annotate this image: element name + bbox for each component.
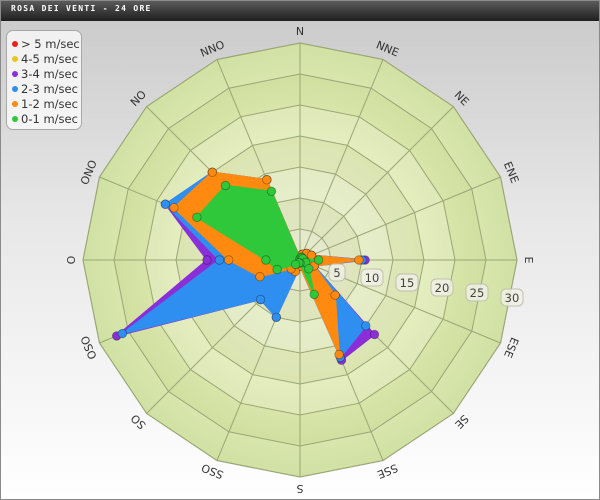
data-point[interactable] [271,312,282,323]
direction-label: SO [128,411,148,431]
data-point[interactable] [361,321,371,331]
data-point[interactable] [290,259,301,270]
legend-label: 3-4 m/sec [21,66,78,81]
data-point[interactable] [117,328,128,339]
legend-marker [12,55,18,62]
tick-label: 10 [365,271,380,285]
legend-item[interactable]: 0-1 m/sec [12,111,78,126]
legend-marker [12,100,18,107]
legend-label: 4-5 m/sec [21,51,78,66]
legend-label: 2-3 m/sec [21,81,78,96]
legend-item[interactable]: 3-4 m/sec [12,66,78,81]
data-point[interactable] [214,255,225,265]
data-point[interactable] [266,186,277,197]
legend-item[interactable]: 4-5 m/sec [12,51,78,66]
legend-item[interactable]: 2-3 m/sec [12,81,78,96]
tick-label: 30 [505,291,520,305]
direction-label: N [296,25,304,38]
data-point[interactable] [262,175,272,185]
data-point[interactable] [207,167,218,178]
chart-window: Rosa dei venti - 24 ore 5 10 15 20 25 30 N NNE… [0,0,600,500]
legend-item[interactable]: > 5 m/sec [12,36,80,51]
data-point[interactable] [330,290,340,300]
legend-item[interactable]: 1-2 m/sec [12,96,78,111]
data-point[interactable] [223,255,234,265]
legend: > 5 m/sec 4-5 m/sec 3-4 m/sec 2-3 m/sec 1-2 … [6,30,82,130]
direction-label: NNE [374,38,401,59]
tick-label: 25 [470,286,485,300]
data-point[interactable] [220,180,231,191]
direction-label: SE [452,412,471,431]
data-point[interactable] [304,264,314,274]
data-point[interactable] [272,264,282,275]
direction-label: O [65,255,78,264]
tick-label: 15 [400,276,415,290]
legend-marker [12,70,18,77]
data-point[interactable] [192,212,202,223]
direction-label: NE [452,88,472,108]
direction-label: NNO [198,38,226,60]
direction-label: S [296,482,303,495]
data-point[interactable] [160,199,171,209]
direction-label: SSE [375,461,399,481]
data-point[interactable] [313,255,324,265]
legend-label: > 5 m/sec [21,36,80,51]
direction-label: ENE [501,160,521,185]
data-point[interactable] [169,203,179,213]
tick-label: 20 [435,281,450,295]
legend-marker [12,40,18,47]
data-point[interactable] [255,271,265,282]
legend-label: 0-1 m/sec [21,111,78,126]
direction-label: ESE [501,335,521,359]
data-point[interactable] [261,255,271,265]
legend-marker [12,115,18,122]
direction-label: E [522,257,535,264]
direction-label: ONO [78,158,100,187]
legend-marker [12,85,18,92]
data-point[interactable] [255,294,266,305]
legend-label: 1-2 m/sec [21,96,78,111]
data-point[interactable] [202,255,212,265]
wind-rose-chart: 5 10 15 20 25 30 N NNE NE ENE E ESE SE SSE S SSO SO OSO O… [65,25,535,495]
data-point[interactable] [369,329,380,340]
direction-label: OSO [78,333,99,361]
data-point[interactable] [354,255,364,265]
data-point[interactable] [309,289,319,300]
direction-label: NO [128,88,149,109]
direction-label: SSO [199,461,225,482]
data-point[interactable] [334,349,344,360]
tick-label: 5 [333,266,340,280]
